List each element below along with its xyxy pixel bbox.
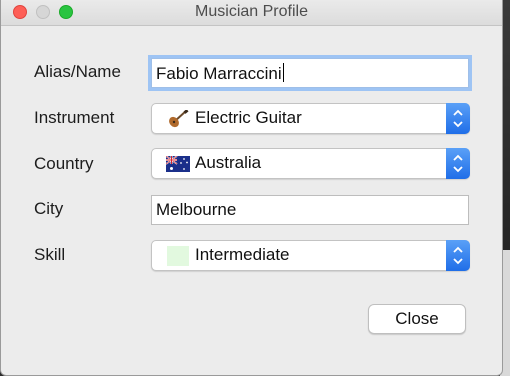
country-value: Australia	[195, 153, 262, 172]
country-popup[interactable]: Australia	[151, 148, 470, 179]
text-caret	[282, 63, 284, 82]
skill-popup-arrows[interactable]	[446, 240, 470, 271]
chevron-up-down-icon	[453, 154, 463, 173]
instrument-label: Instrument	[34, 108, 115, 127]
city-value: Melbourne	[156, 200, 237, 219]
alias-input[interactable]: Fabio Marraccini	[151, 58, 469, 88]
country-popup-arrows[interactable]	[446, 148, 470, 179]
skill-popup[interactable]: Intermediate	[151, 240, 470, 271]
musician-profile-dialog: Musician Profile Alias/Name Fabio Marrac…	[0, 0, 503, 376]
close-button[interactable]: Close	[368, 304, 466, 334]
title-bar[interactable]: Musician Profile	[1, 0, 502, 26]
skill-value: Intermediate	[195, 245, 290, 264]
alias-value: Fabio Marraccini	[156, 64, 282, 83]
city-input[interactable]: Melbourne	[151, 195, 469, 225]
country-label: Country	[34, 154, 94, 173]
instrument-popup[interactable]: Electric Guitar	[151, 103, 470, 134]
chevron-up-down-icon	[453, 109, 463, 128]
instrument-popup-arrows[interactable]	[446, 103, 470, 134]
guitar-icon	[169, 110, 189, 128]
alias-label: Alias/Name	[34, 62, 121, 81]
city-label: City	[34, 199, 64, 218]
skill-label: Skill	[34, 245, 66, 264]
instrument-value: Electric Guitar	[195, 108, 302, 127]
skill-color-swatch	[167, 246, 189, 266]
chevron-up-down-icon	[453, 246, 463, 265]
australia-flag-icon	[166, 156, 190, 172]
window-title: Musician Profile	[195, 3, 308, 20]
